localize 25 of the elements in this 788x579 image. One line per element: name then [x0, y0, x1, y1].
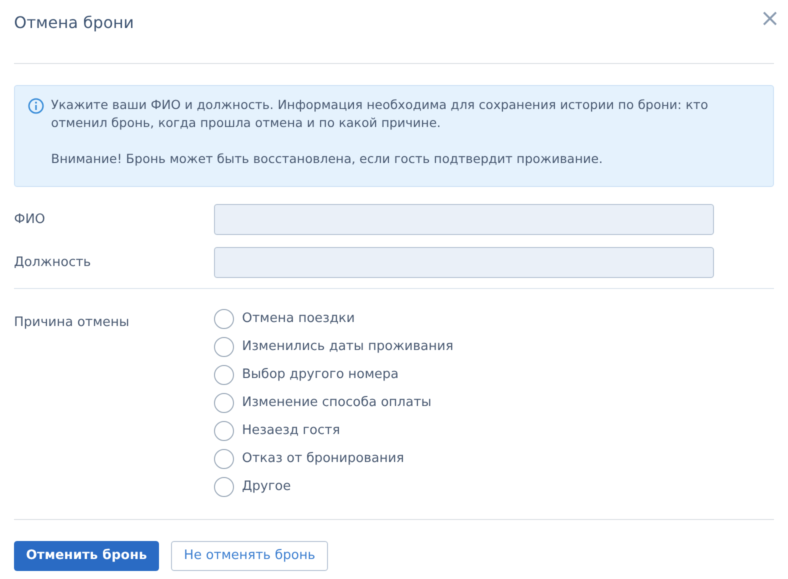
cancel-booking-button[interactable]: Отменить бронь [14, 541, 159, 571]
reason-label: Причина отмены [14, 314, 130, 332]
info-text: Внимание! Бронь может быть восстановлена, если гость подтвердит проживание. [51, 150, 604, 168]
radio-button[interactable] [214, 393, 234, 413]
radio-option[interactable]: Другое [214, 473, 454, 501]
radio-option[interactable]: Изменились даты проживания [214, 333, 454, 361]
input-field[interactable] [214, 247, 714, 278]
keep-booking-button[interactable]: Не отменять бронь [170, 541, 328, 571]
field-label: ФИО [14, 210, 46, 229]
radio-button[interactable] [214, 421, 234, 441]
dialog-title: Отмена брони [14, 12, 134, 34]
info-text: Укажите ваши ФИО и должность. Информация необходима для сохранения истории по брони: кто отменил бронь, когда прошла отмена и по какой причине. [51, 96, 710, 132]
radio-button[interactable] [214, 477, 234, 497]
info-icon [28, 98, 44, 114]
radio-button[interactable] [214, 449, 234, 469]
radio-button[interactable] [214, 365, 234, 385]
radio-option[interactable]: Отказ от бронирования [214, 445, 454, 473]
radio-option[interactable]: Незаезд гостя [214, 417, 454, 445]
radio-option[interactable]: Отмена поездки [214, 305, 454, 333]
radio-button[interactable] [214, 309, 234, 329]
field-label: Должность [14, 254, 92, 272]
radio-button[interactable] [214, 337, 234, 357]
input-field[interactable] [214, 204, 714, 235]
radio-option[interactable]: Выбор другого номера [214, 361, 454, 389]
radio-option[interactable]: Изменение способа оплаты [214, 389, 454, 417]
